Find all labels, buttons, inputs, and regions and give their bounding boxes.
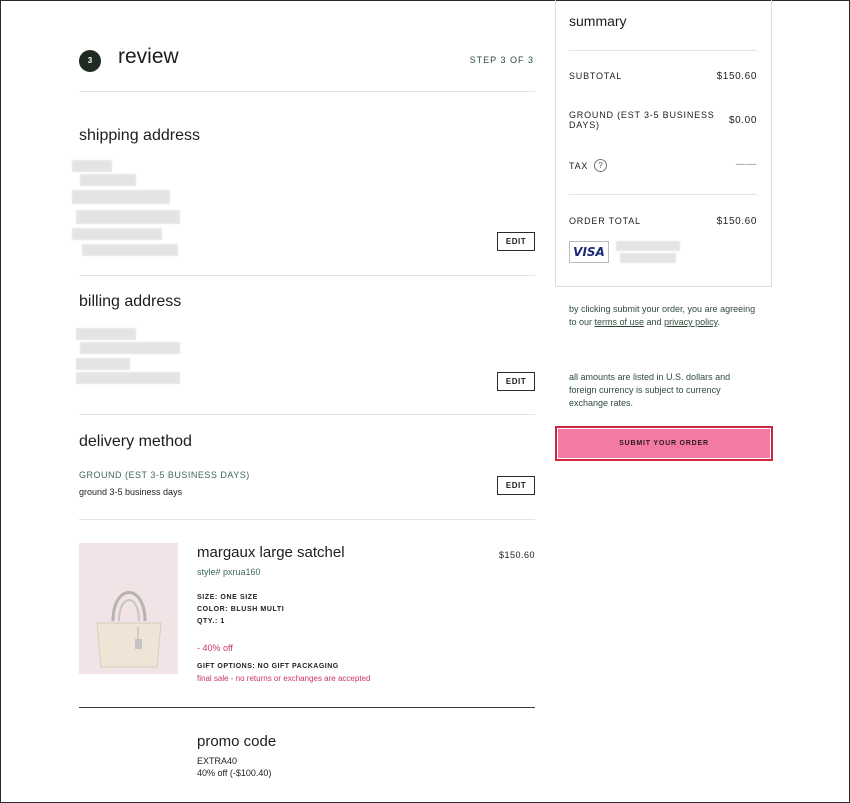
- divider: [79, 519, 535, 520]
- promo-code-value: EXTRA40: [197, 756, 238, 766]
- shipping-cost-value: $0.00: [728, 115, 757, 126]
- subtotal-value: $150.60: [716, 71, 757, 82]
- page-title: review: [118, 45, 179, 68]
- submit-order-button[interactable]: SUBMIT YOUR ORDER: [558, 429, 770, 458]
- divider: [569, 50, 757, 51]
- delivery-method-detail: ground 3-5 business days: [79, 487, 183, 497]
- subtotal-label: SUBTOTAL: [569, 71, 623, 81]
- shipping-edit-button[interactable]: EDIT: [497, 232, 535, 251]
- step-number-badge: 3: [79, 50, 101, 72]
- shipping-cost-label: GROUND (EST 3-5 BUSINESS DAYS): [569, 110, 715, 130]
- product-price: $150.60: [498, 550, 535, 560]
- product-style: style# pxrua160: [197, 567, 261, 577]
- delivery-method-name: GROUND (EST 3-5 BUSINESS DAYS): [79, 470, 250, 480]
- satchel-illustration: [96, 591, 162, 668]
- divider: [79, 414, 535, 415]
- final-sale-notice: final sale - no returns or exchanges are…: [197, 674, 371, 683]
- terms-and: and: [644, 317, 665, 327]
- billing-edit-button[interactable]: EDIT: [497, 372, 535, 391]
- billing-address-redacted: [76, 328, 182, 394]
- card-number-redacted: [616, 239, 680, 265]
- billing-address-title: billing address: [79, 293, 182, 310]
- currency-notice: all amounts are listed in U.S. dollars a…: [569, 372, 731, 408]
- product-size: SIZE: ONE SIZE: [197, 594, 258, 601]
- divider: [79, 91, 535, 92]
- privacy-policy-link[interactable]: privacy policy: [664, 317, 717, 327]
- order-total-label: ORDER TOTAL: [569, 216, 641, 226]
- divider: [79, 275, 535, 276]
- gift-options: GIFT OPTIONS: NO GIFT PACKAGING: [197, 663, 339, 670]
- shipping-address-title: shipping address: [79, 127, 200, 144]
- terms-suffix: .: [717, 317, 720, 327]
- product-color: COLOR: BLUSH MULTI: [197, 606, 285, 613]
- divider: [79, 707, 535, 708]
- step-indicator: STEP 3 OF 3: [469, 55, 534, 65]
- visa-card-icon: VISA: [569, 241, 609, 263]
- delivery-edit-button[interactable]: EDIT: [497, 476, 535, 495]
- product-discount: - 40% off: [197, 643, 233, 653]
- product-image: [79, 543, 178, 674]
- product-name[interactable]: margaux large satchel: [197, 544, 345, 561]
- shipping-address-redacted: [72, 160, 182, 258]
- tax-label: TAX: [569, 161, 589, 171]
- promo-code-title: promo code: [197, 733, 277, 750]
- divider: [569, 194, 757, 195]
- order-total-value: $150.60: [716, 216, 757, 227]
- terms-notice: by clicking submit your order, you are a…: [569, 303, 759, 329]
- tax-help-icon[interactable]: ?: [594, 159, 607, 172]
- summary-title: summary: [569, 13, 627, 29]
- promo-code-detail: 40% off (-$100.40): [197, 768, 272, 778]
- delivery-method-title: delivery method: [79, 433, 192, 450]
- terms-of-use-link[interactable]: terms of use: [595, 317, 645, 327]
- tax-value: ——: [735, 159, 757, 170]
- product-quantity: QTY.: 1: [197, 618, 225, 625]
